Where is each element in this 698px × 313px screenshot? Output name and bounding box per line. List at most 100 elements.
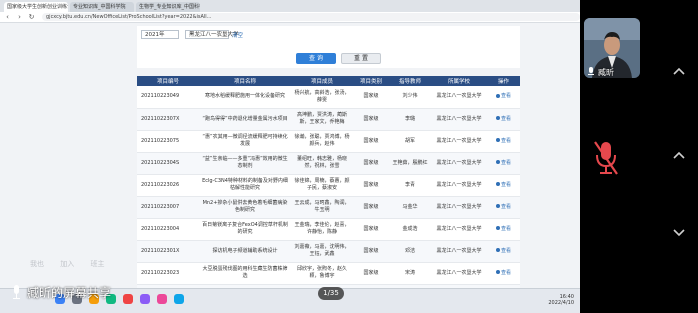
column-header[interactable]: 项目类别 xyxy=(353,76,389,86)
meeting-screen-share-view: 国家级大学生创新创业训练计划 专业知识库_中国科学院 生物学_专业知识库_中国科… xyxy=(0,0,698,313)
view-icon xyxy=(495,248,500,252)
view-label: 查看 xyxy=(500,181,511,188)
view-link[interactable]: 查看 xyxy=(495,181,511,188)
view-icon xyxy=(495,116,500,120)
table-row: 20211022304S “益”生亲临——多重“冯惠”效用的微生态制剂 董绍旺，韩志… xyxy=(137,152,520,175)
chevron-up-icon[interactable] xyxy=(671,64,687,80)
view-label: 查看 xyxy=(500,247,511,254)
cell-category: 国家级 xyxy=(353,130,389,153)
cell-advisor: 马金华 xyxy=(389,196,431,219)
cell-advisor: 宋涛 xyxy=(389,262,431,285)
column-header[interactable]: 操作 xyxy=(487,76,520,86)
cell-members: 董绍旺，韩志雅，杨晓然，祝林，张雪 xyxy=(291,152,353,175)
view-label: 查看 xyxy=(500,203,511,210)
cell-advisor: 刘少伟 xyxy=(389,86,431,109)
table-row: 20211022307X “跑鸟得得”中药退化增量金属污水项目 高坤鹏，贾洪涛，蔺斯… xyxy=(137,108,520,131)
filter-panel: 2021年 黑龙江八一农垦大学 清空 查 询 重 置 xyxy=(137,26,520,68)
cell-project-name: “惠”农其用—微调径流缓释肥可持续化发展 xyxy=(199,130,291,153)
cell-school: 黑龙江八一农垦大学 xyxy=(431,130,487,153)
browser-tab[interactable]: 生物学_专业知识库_中国科学院 xyxy=(136,2,200,12)
chevron-up-icon[interactable] xyxy=(671,148,687,164)
view-icon xyxy=(495,160,500,164)
cell-action: 查看 xyxy=(487,262,520,285)
view-link[interactable]: 查看 xyxy=(495,116,511,122)
page-indicator: 1/35 xyxy=(318,287,344,300)
cell-category: 国家级 xyxy=(353,240,389,263)
cell-project-name: 百日菊镁离子复合FexO4调控草杆机制的研究 xyxy=(199,218,291,241)
browser-tab[interactable]: 专业知识库_中国科学院 xyxy=(70,2,134,12)
cell-project-id: 202110223004 xyxy=(137,218,199,241)
table-row: 20211022301X 探访机电子频道辅助系统设计 刘嘉薇，马嘉，沈明伟，王钰，武… xyxy=(137,240,520,263)
cell-category: 国家级 xyxy=(353,108,389,131)
mute-mic-icon[interactable] xyxy=(591,138,621,178)
cell-category: 国家级 xyxy=(353,86,389,109)
view-link[interactable]: 查看 xyxy=(495,270,511,276)
view-link[interactable]: 查看 xyxy=(495,160,511,166)
cell-members: 王金瑞，李佳伦，赵喜，许静怡，陈静 xyxy=(291,218,353,241)
clear-link[interactable]: 清空 xyxy=(232,31,243,39)
cell-action: 查看 xyxy=(487,152,520,175)
mic-icon xyxy=(588,67,594,76)
view-icon xyxy=(495,138,500,142)
table-row: 202110223004 百日菊镁离子复合FexO4调控草杆机制的研究 王金瑞，李佳… xyxy=(137,218,520,241)
table-header-row: 项目编号 项目名称 项目成员 项目类别 指导教师 所属学校 操作 xyxy=(137,76,520,86)
cell-category: 国家级 xyxy=(353,262,389,285)
overlay-text: 班主 xyxy=(90,260,105,268)
cell-members: 杨兴航，高斜浩，张汤，薛雯 xyxy=(291,86,353,109)
view-link[interactable]: 查看 xyxy=(495,203,511,210)
cell-school: 黑龙江八一农垦大学 xyxy=(431,108,487,131)
faint-overlay-text: 我也 加入 班主 xyxy=(30,259,190,273)
cell-members: 邱欣宇，张煦冬，赵久颖，鲁博宇 xyxy=(291,262,353,285)
column-header[interactable]: 指导教师 xyxy=(389,76,431,86)
view-icon xyxy=(495,204,500,208)
column-header[interactable]: 项目编号 xyxy=(137,76,199,86)
cell-project-id: 202110223026 xyxy=(137,174,199,197)
cell-project-name: Mn2+掺杂小鼠供去黄色着毛细菌病染色制研究 xyxy=(199,196,291,219)
column-header[interactable]: 项目成员 xyxy=(291,76,353,86)
view-link[interactable]: 查看 xyxy=(495,225,511,232)
reset-button[interactable]: 重 置 xyxy=(341,53,381,64)
view-link[interactable]: 查看 xyxy=(495,93,511,99)
browser-tab-bar: 国家级大学生创新创业训练计划 专业知识库_中国科学院 生物学_专业知识库_中国科… xyxy=(0,0,580,12)
year-select[interactable]: 2021年 xyxy=(141,30,179,39)
cell-members: 王云成，马珂鑫，陶润，牛玉明 xyxy=(291,196,353,219)
cell-school: 黑龙江八一农垦大学 xyxy=(431,86,487,109)
chevron-down-icon[interactable] xyxy=(671,224,687,240)
cell-school: 黑龙江八一农垦大学 xyxy=(431,262,487,285)
cell-project-id: 20211022307X xyxy=(137,108,199,131)
back-icon[interactable]: ‹ xyxy=(3,13,12,22)
view-label: 查看 xyxy=(500,225,511,232)
view-icon xyxy=(495,93,500,98)
view-link[interactable]: 查看 xyxy=(495,137,511,144)
forward-icon[interactable]: › xyxy=(15,13,24,22)
cell-action: 查看 xyxy=(487,174,520,197)
refresh-icon[interactable]: ↻ xyxy=(27,13,36,22)
clock-date: 2022/4/10 xyxy=(548,300,574,306)
mic-icon xyxy=(12,285,21,299)
view-icon xyxy=(495,270,500,274)
view-link[interactable]: 查看 xyxy=(495,247,511,254)
cell-project-name: Eclg-C3N4特种材料的制备及对野内细枯解性能研究 xyxy=(199,174,291,197)
table-row: 202110223075 “惠”农其用—微调径流缓释肥可持续化发展 徐瀚，张聪，贾鸿… xyxy=(137,130,520,153)
query-button[interactable]: 查 询 xyxy=(296,53,336,64)
cell-project-id: 202110223049 xyxy=(137,86,199,109)
view-label: 查看 xyxy=(500,137,511,144)
cell-project-name: 探访机电子频道辅助系统设计 xyxy=(199,240,291,263)
cell-members: 徐佳锦，周楠，蔡蕙，颜子民，蔡淑安 xyxy=(291,174,353,197)
browser-address-bar: ‹ › ↻ gjcxcy.bjtu.edu.cn/NewOfficeList/P… xyxy=(0,12,580,23)
share-status-text: 臧昕的屏幕共享 xyxy=(27,285,112,300)
column-header[interactable]: 所属学校 xyxy=(431,76,487,86)
column-header[interactable]: 项目名称 xyxy=(199,76,291,86)
cell-members: 高坤鹏，贾洪涛，蔺斯斯，王家文，乔艳梅 xyxy=(291,108,353,131)
cell-action: 查看 xyxy=(487,218,520,241)
system-tray-clock[interactable]: 16:40 2022/4/10 xyxy=(548,294,574,306)
view-icon xyxy=(495,182,500,186)
school-select[interactable]: 黑龙江八一农垦大学 xyxy=(185,30,239,39)
browser-tab[interactable]: 国家级大学生创新创业训练计划 xyxy=(4,2,68,12)
cell-category: 国家级 xyxy=(353,218,389,241)
url-field[interactable]: gjcxcy.bjtu.edu.cn/NewOfficeList/ProScho… xyxy=(42,13,580,21)
table-row: 202110223007 Mn2+掺杂小鼠供去黄色着毛细菌病染色制研究 王云成，马珂… xyxy=(137,196,520,219)
cell-action: 查看 xyxy=(487,240,520,263)
view-icon xyxy=(495,226,500,230)
overlay-text: 我也 xyxy=(30,260,44,268)
